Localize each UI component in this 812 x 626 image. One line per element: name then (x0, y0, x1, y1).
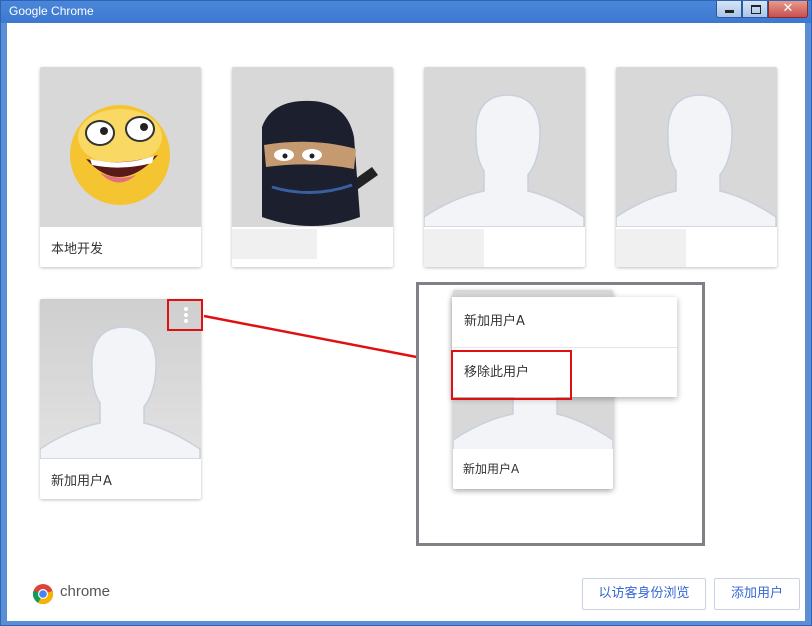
menu-item-edit[interactable]: 新加用户A (452, 297, 677, 347)
chrome-logo: chrome (32, 583, 110, 609)
chrome-wordmark: chrome (60, 583, 111, 600)
chrome-icon (32, 584, 54, 605)
browse-as-guest-button[interactable]: 以访客身份浏览 (582, 578, 706, 610)
profile-name: 新加用户A (463, 462, 520, 476)
add-person-button[interactable]: 添加用户 (714, 578, 800, 610)
highlight-remove-user (451, 350, 572, 400)
